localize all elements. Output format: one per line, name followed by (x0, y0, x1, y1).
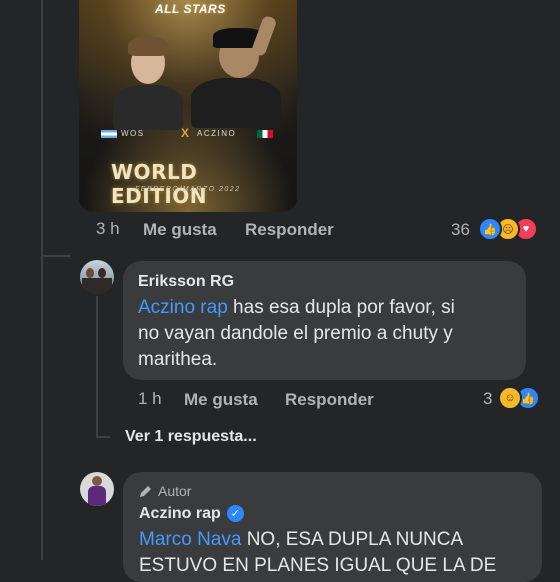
poster-dates: FEBRERO/MARZO 2022 (135, 186, 241, 193)
author-badge-label: Autor (158, 483, 192, 499)
poster-title: ALL STARS (155, 2, 226, 16)
comment-text: Aczino rap has esa dupla por favor, si n… (138, 295, 523, 373)
flag-mexico-icon (257, 130, 273, 138)
thread-line-reply (96, 296, 98, 436)
reaction-count[interactable]: 36 (451, 220, 470, 240)
comment-bubble-aczino[interactable]: Autor Aczino rap ✓ Marco Nava NO, ESA DUP… (123, 472, 542, 582)
avatar-aczino[interactable] (80, 472, 114, 506)
flag-argentina-icon (101, 130, 117, 138)
like-button[interactable]: Me gusta (143, 220, 217, 240)
comment-text-line2: ESTUVO EN PLANES IGUAL QUE LA DE (139, 555, 497, 576)
view-replies-link[interactable]: Ver 1 respuesta... (125, 428, 257, 446)
comment-author-name: Aczino rap (139, 505, 221, 522)
comment-bubble-eriksson[interactable]: Eriksson RG Aczino rap has esa dupla por… (123, 261, 526, 380)
comment-author[interactable]: Eriksson RG (138, 273, 234, 291)
comment-time: 3 h (96, 219, 120, 238)
poster-name-right: ACZINO (197, 129, 237, 138)
poster-person-left (113, 30, 183, 130)
mention-link[interactable]: Marco Nava (139, 529, 241, 550)
comment-text: Marco Nava NO, ESA DUPLA NUNCA ESTUVO EN… (139, 527, 539, 579)
thread-line-main (41, 0, 43, 560)
pencil-icon (140, 486, 151, 497)
reply-button[interactable]: Responder (245, 220, 334, 240)
mention-link[interactable]: Aczino rap (138, 297, 228, 318)
thread-line-branch (43, 255, 71, 257)
reply-button[interactable]: Responder (285, 390, 374, 410)
event-poster-image[interactable]: ALL STARS WOS X ACZINO WORLD EDITION FEB… (79, 0, 297, 212)
avatar-eriksson[interactable] (80, 260, 114, 294)
haha-reaction-icon: ☺ (498, 386, 522, 410)
comment-text-line1: has esa dupla por favor, si (227, 297, 455, 318)
poster-names: WOS X ACZINO (101, 126, 276, 140)
reaction-icons[interactable]: ☺ 👍 (498, 386, 540, 410)
author-badge: Autor (139, 483, 191, 499)
like-reaction-icon: 👍 (478, 217, 502, 241)
reaction-icons[interactable]: 👍 ☹ ♥ (478, 217, 538, 241)
verified-badge-icon: ✓ (226, 505, 244, 523)
comment-text-line3: marithea. (138, 349, 218, 370)
poster-person-right (191, 14, 281, 128)
poster-name-left: WOS (121, 129, 145, 138)
comment-author[interactable]: Aczino rap ✓ (139, 505, 244, 523)
poster-edition: WORLD EDITION (111, 160, 208, 208)
reaction-count[interactable]: 3 (483, 389, 492, 409)
comment-text-line1: NO, ESA DUPLA NUNCA (241, 529, 464, 550)
poster-versus: X (181, 126, 191, 140)
like-button[interactable]: Me gusta (184, 390, 258, 410)
thread-line-reply-branch (96, 436, 110, 438)
comment-text-line2: no vayan dandole el premio a chuty y (138, 323, 453, 344)
comment-time: 1 h (138, 389, 162, 408)
